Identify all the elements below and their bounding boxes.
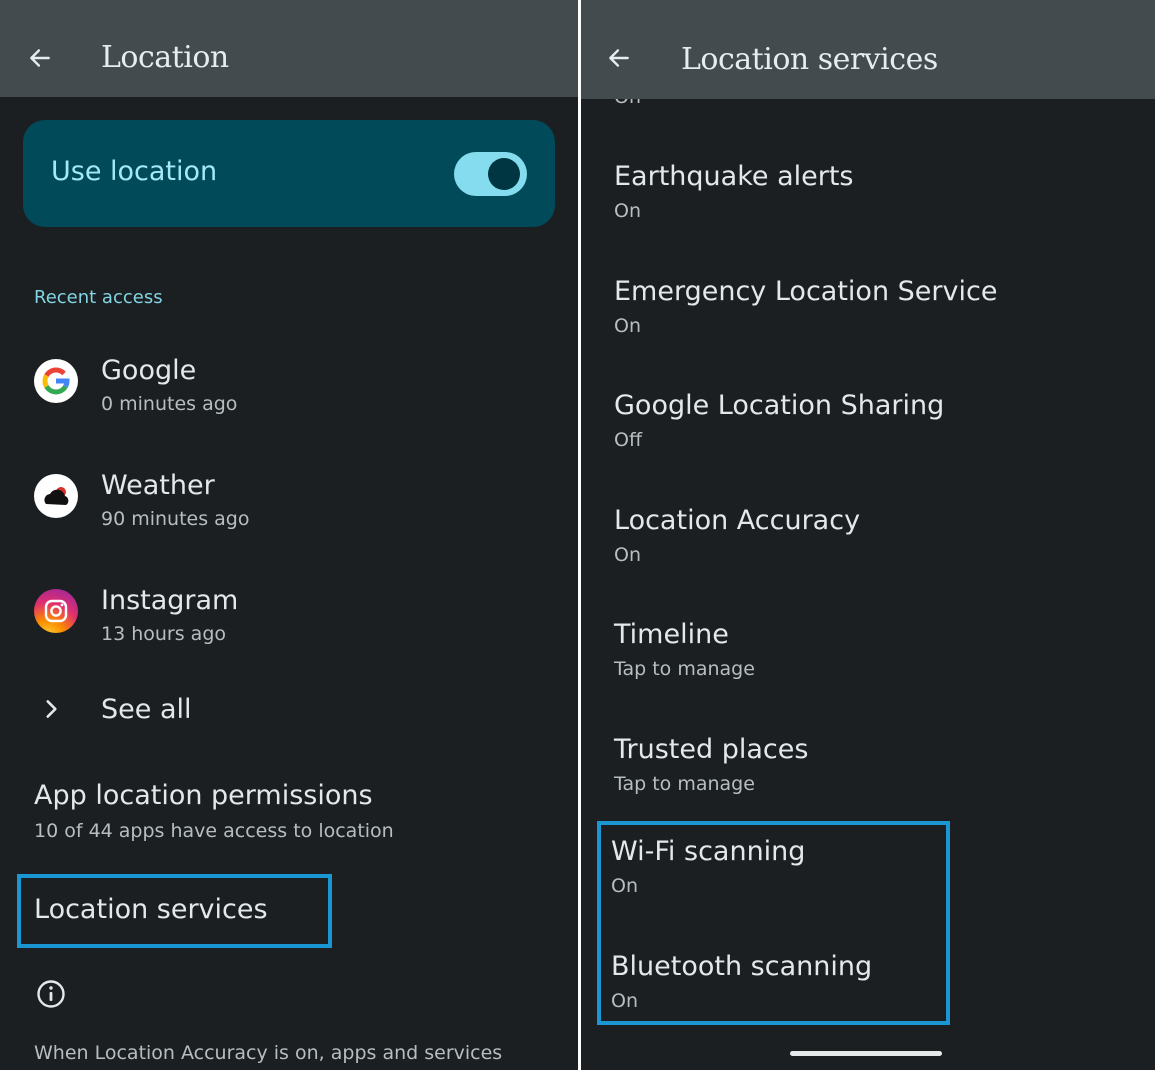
instagram-icon xyxy=(34,589,78,633)
recent-app-instagram[interactable]: Instagram 13 hours ago xyxy=(0,585,578,675)
item-title: Wi-Fi scanning xyxy=(611,836,806,867)
item-title: Location Accuracy xyxy=(614,505,861,536)
item-title: Timeline xyxy=(614,619,729,650)
item-summary: On xyxy=(611,990,638,1012)
bluetooth-scanning-item[interactable]: Bluetooth scanning On xyxy=(611,951,1141,1012)
footer-info-text: When Location Accuracy is on, apps and s… xyxy=(34,1042,503,1064)
app-bar: Location services xyxy=(581,0,1155,99)
app-access-time: 90 minutes ago xyxy=(101,508,250,530)
pref-title: Location services xyxy=(34,894,268,925)
app-name: Weather xyxy=(101,470,215,501)
location-settings-screen: Location Use location Recent access Goog… xyxy=(0,0,578,1070)
use-location-label: Use location xyxy=(51,156,218,187)
see-all-button[interactable]: See all xyxy=(0,690,578,740)
google-location-sharing-item[interactable]: Google Location Sharing Off xyxy=(614,390,1144,451)
weather-icon xyxy=(34,474,78,518)
use-location-switch[interactable] xyxy=(454,152,527,196)
item-title: Emergency Location Service xyxy=(614,276,998,307)
item-title: Trusted places xyxy=(614,734,809,765)
app-location-permissions-item[interactable]: App location permissions 10 of 44 apps h… xyxy=(34,780,564,842)
google-icon xyxy=(34,359,78,403)
item-summary: On xyxy=(611,875,638,897)
back-arrow-icon xyxy=(30,49,50,67)
location-services-item[interactable]: Location services xyxy=(34,894,564,925)
item-summary: Tap to manage xyxy=(614,773,755,795)
chevron-right-icon xyxy=(46,700,57,718)
item-summary: On xyxy=(614,544,641,566)
location-accuracy-item[interactable]: Location Accuracy On xyxy=(614,505,1144,566)
gesture-navigation-handle[interactable] xyxy=(790,1051,942,1056)
location-services-screen: Location services On Earthquake alerts O… xyxy=(581,0,1155,1070)
item-title: Bluetooth scanning xyxy=(611,951,873,982)
item-title: Google Location Sharing xyxy=(614,390,945,421)
emergency-location-service-item[interactable]: Emergency Location Service On xyxy=(614,276,1144,337)
app-access-time: 13 hours ago xyxy=(101,623,227,645)
trusted-places-item[interactable]: Trusted places Tap to manage xyxy=(614,734,1144,795)
timeline-item[interactable]: Timeline Tap to manage xyxy=(614,619,1144,680)
info-icon xyxy=(37,980,65,1008)
see-all-label: See all xyxy=(101,694,192,725)
back-arrow-icon xyxy=(609,49,629,67)
back-button[interactable] xyxy=(599,38,639,78)
app-name: Instagram xyxy=(101,585,239,616)
item-title: Earthquake alerts xyxy=(614,161,854,192)
use-location-card[interactable]: Use location xyxy=(23,120,555,227)
pref-summary: 10 of 44 apps have access to location xyxy=(34,820,394,842)
item-summary: On xyxy=(614,315,641,337)
item-summary: Off xyxy=(614,429,643,451)
page-title: Location services xyxy=(681,42,938,77)
wifi-scanning-item[interactable]: Wi-Fi scanning On xyxy=(611,836,1141,897)
pref-title: App location permissions xyxy=(34,780,373,811)
app-name: Google xyxy=(101,355,197,386)
item-summary: Tap to manage xyxy=(614,658,755,680)
switch-knob xyxy=(488,158,520,190)
app-bar: Location xyxy=(0,0,578,97)
page-title: Location xyxy=(101,40,229,75)
recent-app-weather[interactable]: Weather 90 minutes ago xyxy=(0,470,578,560)
app-access-time: 0 minutes ago xyxy=(101,393,238,415)
recent-app-google[interactable]: Google 0 minutes ago xyxy=(0,355,578,445)
item-summary: On xyxy=(614,200,641,222)
earthquake-alerts-item[interactable]: Earthquake alerts On xyxy=(614,161,1144,222)
recent-access-header: Recent access xyxy=(34,287,163,308)
back-button[interactable] xyxy=(20,38,60,78)
